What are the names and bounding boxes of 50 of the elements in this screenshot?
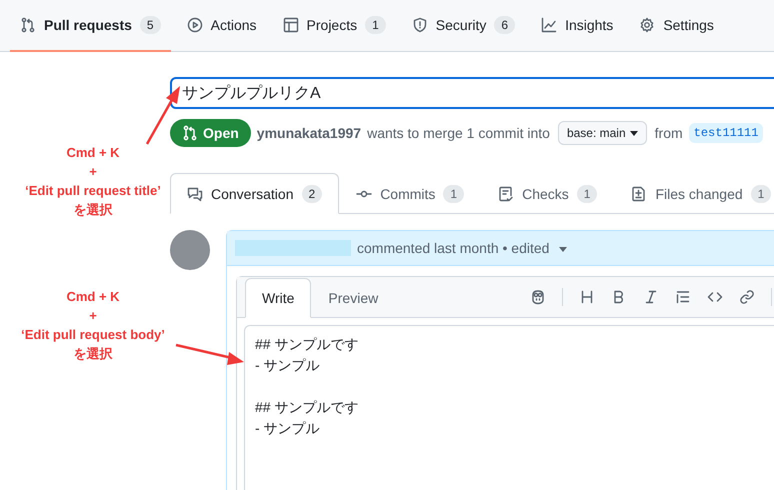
comment-icon xyxy=(187,186,203,202)
caret-icon xyxy=(630,130,638,136)
caret-icon[interactable] xyxy=(559,247,568,252)
play-icon xyxy=(186,17,203,33)
base-branch-button[interactable]: base: main xyxy=(558,121,647,145)
author-link[interactable]: ymunakata1997 xyxy=(256,125,362,141)
editor-tab[interactable]: Preview xyxy=(311,278,396,318)
italic-icon xyxy=(643,289,659,305)
arrow xyxy=(176,344,244,365)
annotation-text: Cmd + K + ‘Edit pull request body’ を選択 xyxy=(20,288,166,363)
graph-icon xyxy=(541,17,558,33)
merge-text: wants to merge 1 commit into xyxy=(367,125,550,141)
list-icon xyxy=(675,289,691,305)
counter-badge: 1 xyxy=(365,16,386,34)
copilot-icon xyxy=(530,289,546,305)
annotation-text: Cmd + K + ‘Edit pull request title’ を選択 xyxy=(24,144,162,219)
state-badge: Open xyxy=(170,119,251,147)
counter-badge: 1 xyxy=(576,184,598,202)
pr-tab[interactable]: Files changed 1 xyxy=(614,173,772,214)
arrow xyxy=(146,86,180,145)
heading-icon xyxy=(579,289,595,305)
avatar-photo xyxy=(170,230,210,270)
pr-tab[interactable]: Checks 1 xyxy=(481,173,614,214)
title-input-field[interactable]: サンプルプルリクA xyxy=(170,77,774,109)
counter-badge: 1 xyxy=(750,184,772,202)
repo-nav-tab[interactable]: Projects 1 xyxy=(272,0,396,52)
pr-tab[interactable]: Conversation 2 xyxy=(170,173,340,214)
shield-icon xyxy=(412,17,428,33)
counter-badge: 2 xyxy=(302,184,322,202)
diff-icon xyxy=(631,186,648,202)
counter-badge: 6 xyxy=(494,16,516,34)
head-branch-link[interactable]: test11111 xyxy=(688,123,764,143)
repo-nav-tab[interactable]: Actions xyxy=(176,0,267,52)
repo-nav-tab[interactable]: Insights xyxy=(531,0,624,52)
table-icon xyxy=(282,17,299,33)
counter-badge: 5 xyxy=(140,16,161,34)
pull-request-icon xyxy=(20,17,36,33)
link-icon xyxy=(739,289,755,305)
pull-request-icon xyxy=(182,125,198,141)
editor-tab[interactable]: Write xyxy=(245,278,312,318)
body-text-area[interactable]: ## サンプルです - サンプル ## サンプルです - サンプル xyxy=(244,325,774,490)
repo-nav-tab[interactable]: Pull requests 5 xyxy=(10,0,171,52)
repo-nav-tab[interactable]: Security 6 xyxy=(402,0,526,52)
from-text: from xyxy=(654,125,683,141)
comment-meta-text: commented last month • edited xyxy=(357,240,550,256)
gear-icon xyxy=(639,17,656,33)
repo-nav-tab[interactable]: Settings xyxy=(629,0,724,52)
counter-badge: 1 xyxy=(443,184,464,202)
pr-tab[interactable]: Commits 1 xyxy=(339,173,482,214)
checklist-icon xyxy=(498,186,514,202)
